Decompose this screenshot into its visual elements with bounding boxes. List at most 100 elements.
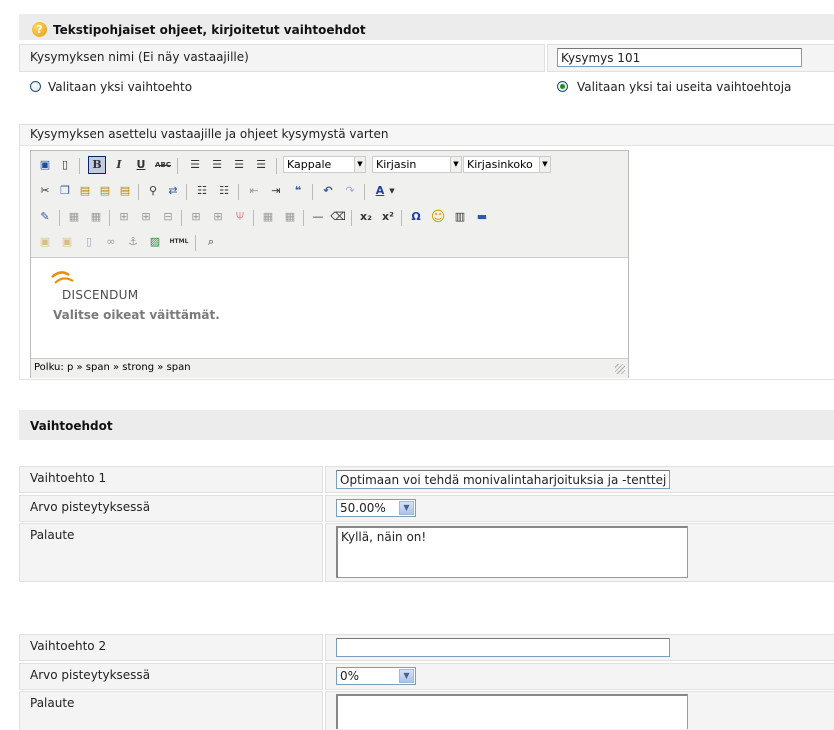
chevron-down-icon: ▼	[399, 669, 414, 683]
media-icon[interactable]: ▥	[451, 208, 469, 226]
chevron-down-icon: ▼	[354, 157, 365, 172]
save-icon[interactable]: ▣	[36, 156, 54, 174]
align-left-icon[interactable]: ☰	[186, 156, 204, 174]
help-icon[interactable]: ?	[32, 22, 47, 37]
multi-choice-radio[interactable]	[557, 81, 568, 92]
paste-word-icon[interactable]: ▤	[116, 182, 134, 200]
undo-icon[interactable]: ↶	[319, 182, 337, 200]
bold-button[interactable]: B	[88, 156, 106, 174]
option-2-score-label: Arvo pisteytyksessä	[30, 668, 151, 682]
chevron-down-icon: ▼	[399, 501, 414, 515]
html-icon[interactable]: HTML	[168, 233, 190, 251]
align-justify-icon[interactable]: ☰	[252, 156, 270, 174]
horizontal-line-icon[interactable]: ▬	[473, 208, 491, 226]
image-icon[interactable]: ▨	[146, 233, 164, 251]
merge-cells-icon[interactable]: ▦	[281, 208, 299, 226]
option-1-feedback-label: Palaute	[30, 528, 75, 542]
numbered-list-icon[interactable]: ☷	[215, 182, 233, 200]
anchor-icon[interactable]: ⚓	[124, 233, 142, 251]
special-char-icon[interactable]: Ω	[407, 208, 425, 226]
toolbar-separator	[181, 210, 182, 226]
bullet-list-icon[interactable]: ☷	[193, 182, 211, 200]
split-cells-icon[interactable]: ▦	[259, 208, 277, 226]
multi-choice-label[interactable]: Valitaan yksi tai useita vaihtoehtoja	[577, 80, 791, 94]
cut-icon[interactable]: ✂	[36, 182, 54, 200]
toolbar-separator	[138, 184, 139, 200]
toolbar-separator	[276, 158, 277, 174]
font-select[interactable]: Kirjasin ▼	[372, 156, 462, 173]
toolbar-separator	[109, 210, 110, 226]
insert-col-after-icon[interactable]: ⊞	[209, 208, 227, 226]
toolbar-separator	[253, 210, 254, 226]
chevron-down-icon: ▼	[539, 157, 550, 172]
toolbar-separator	[238, 184, 239, 200]
copy-icon[interactable]: ❐	[56, 182, 74, 200]
font-size-select[interactable]: Kirjasinkoko ▼	[463, 156, 551, 173]
align-center-icon[interactable]: ☰	[208, 156, 226, 174]
table-icon[interactable]: ▦	[65, 208, 83, 226]
toolbar-separator	[186, 184, 187, 200]
underline-button[interactable]: U	[132, 156, 150, 174]
paste-text-icon[interactable]: ▤	[96, 182, 114, 200]
font-select-value: Kirjasin	[376, 158, 417, 171]
option-1-score-value: 50.00%	[340, 501, 386, 515]
subscript-icon[interactable]: x₂	[357, 208, 375, 226]
strikethrough-button[interactable]: ABC	[154, 156, 172, 174]
chevron-down-icon[interactable]: ▼	[387, 182, 397, 200]
redo-icon[interactable]: ↷	[341, 182, 359, 200]
option-1-score-select[interactable]: 50.00% ▼	[336, 499, 416, 517]
format-select[interactable]: Kappale ▼	[283, 156, 366, 173]
single-choice-radio[interactable]	[30, 81, 41, 92]
instructions-label: Kysymyksen asettelu vastaajille ja ohjee…	[30, 127, 389, 141]
link-icon[interactable]: ∞	[102, 233, 120, 251]
new-document-icon[interactable]: ▯	[56, 156, 74, 174]
option-1-feedback-textarea[interactable]	[336, 526, 688, 578]
option-2-input[interactable]	[336, 638, 670, 657]
toolbar-separator	[59, 210, 60, 226]
editor-content-text: Valitse oikeat väittämät.	[53, 308, 220, 322]
options-section-header	[19, 410, 834, 440]
superscript-icon[interactable]: x²	[379, 208, 397, 226]
insert-row-icon[interactable]: ⊞	[115, 208, 133, 226]
table-props-icon[interactable]: ▦	[87, 208, 105, 226]
emoticon-icon[interactable]: ☺	[429, 208, 447, 226]
layer-back-icon[interactable]: ▣	[58, 233, 76, 251]
paste-icon[interactable]: ▤	[76, 182, 94, 200]
toolbar-separator	[364, 184, 365, 200]
edit-code-icon[interactable]: ✎	[36, 208, 54, 226]
toolbar-separator	[401, 210, 402, 226]
question-type-title: Tekstipohjaiset ohjeet, kirjoitetut vaih…	[53, 23, 366, 37]
align-right-icon[interactable]: ☰	[230, 156, 248, 174]
replace-icon[interactable]: ⇄	[164, 182, 182, 200]
option-2-feedback-label: Palaute	[30, 696, 75, 710]
eraser-icon[interactable]: ⌫	[329, 208, 347, 226]
preview-icon[interactable]: ⌕	[202, 233, 220, 251]
chevron-down-icon: ▼	[450, 157, 461, 172]
resize-handle-icon[interactable]	[615, 364, 625, 374]
indent-icon[interactable]: ⇥	[267, 182, 285, 200]
option-1-score-label: Arvo pisteytyksessä	[30, 500, 151, 514]
delete-row-icon[interactable]: ⊟	[159, 208, 177, 226]
insert-row-after-icon[interactable]: ⊞	[137, 208, 155, 226]
question-name-input[interactable]	[557, 48, 802, 67]
layer-absolute-icon[interactable]: ▯	[80, 233, 98, 251]
discendum-logo-icon	[51, 271, 74, 284]
options-section-title: Vaihtoehdot	[30, 419, 113, 433]
toolbar-separator	[312, 184, 313, 200]
discendum-logo-text: DISCENDUM	[62, 288, 139, 302]
find-icon[interactable]: ⚲	[144, 182, 162, 200]
layer-icon[interactable]: ▣	[36, 233, 54, 251]
outdent-icon[interactable]: ⇤	[245, 182, 263, 200]
delete-col-icon[interactable]: Ψ	[231, 208, 249, 226]
rich-text-editor: ▣ ▯ B I U ABC ☰ ☰ ☰ ☰ Kappale ▼ Kirjasin…	[30, 150, 629, 378]
blockquote-icon[interactable]: ❝	[289, 182, 307, 200]
option-2-feedback-textarea[interactable]	[336, 694, 688, 729]
toolbar-separator	[351, 210, 352, 226]
option-2-label: Vaihtoehto 2	[30, 639, 107, 653]
italic-button[interactable]: I	[110, 156, 128, 174]
horizontal-rule-icon[interactable]: —	[309, 208, 327, 226]
option-1-input[interactable]	[336, 470, 670, 489]
insert-col-icon[interactable]: ⊞	[187, 208, 205, 226]
option-2-score-select[interactable]: 0% ▼	[336, 667, 416, 685]
single-choice-label[interactable]: Valitaan yksi vaihtoehto	[48, 80, 192, 94]
